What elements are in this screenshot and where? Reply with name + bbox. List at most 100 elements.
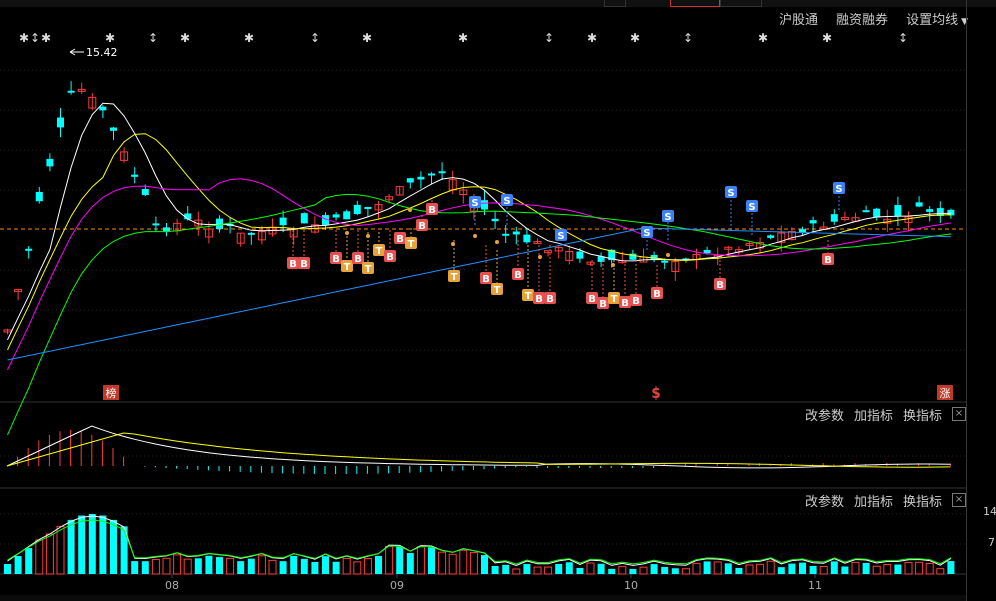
chart-canvas[interactable]: ✱ ↕ ✱ ✱ ↕ ✱ ✱ ↕ ✱ ✱ ↕ ✱ ✱ ↕ ✱ ✱ ↕ B B BTBTTBB TBBT BTBT B B B B T… [0,0,966,601]
x-axis-label: 08 [165,579,179,592]
volume-bar-up [533,566,542,575]
svg-text:涨: 涨 [940,387,951,400]
signal-tag-label: S [503,196,510,207]
signal-tag-label: B [289,259,297,270]
candle-body-down [523,234,531,243]
candle-body-down [809,220,817,224]
volume-bar-down [830,561,838,574]
volume-bar-down [502,564,510,574]
signal-tag-label: B [599,299,607,310]
volume-bar-down [396,546,404,574]
volume-bar-down [894,564,902,574]
volume-bar-up [851,561,860,575]
volume-bar-down [703,561,711,574]
candle-body-down [873,208,881,218]
volume-bar-up [257,555,266,575]
event-star-icon: ✱ [630,31,640,45]
candle-body-down [46,158,54,167]
candle-body-down [926,209,934,212]
event-star-icon: ✱ [41,31,51,45]
event-star-icon: ✱ [105,31,115,45]
event-arrow-icon: ↕ [898,31,908,45]
signal-tag-label: T [408,239,415,250]
candle-body-down [481,200,488,210]
peak-price-label: 15.42 [86,46,118,59]
ma-line [7,227,951,361]
event-arrow-icon: ↕ [30,31,40,45]
signal-dot [495,240,499,244]
signal-tag-label: B [332,254,340,265]
volume-bar-up [173,554,182,575]
volume-bar-down [99,515,107,574]
volume-bar-up [544,566,553,575]
candle-body-down [767,235,775,238]
volume-bar-down [205,555,213,574]
volume-bar-down [576,567,584,574]
signal-tag-label: B [588,294,596,305]
volume-bar-down [597,563,605,574]
event-star-icon: ✱ [458,31,468,45]
volume-bar-down [947,561,955,574]
volume-bar-down [523,564,531,574]
candle-body-down [35,191,43,202]
signal-tag-label: S [727,188,734,199]
volume-ma-line [7,519,952,565]
volume-bar-down [565,562,573,574]
volume-bar-up [872,565,881,575]
candle-body-down [57,117,64,128]
volume-bar-down [311,561,319,574]
volume-bar-down [777,567,785,574]
volume-bars [4,514,955,575]
volume-bar-down [661,566,669,574]
volume-bar-up [45,533,54,575]
signal-dot [538,255,542,259]
volume-bar-up [268,559,277,575]
volume-bar-up [766,560,775,575]
volume-bar-down [141,561,149,574]
candle-body-down [703,249,711,254]
candle-body-down [830,214,838,222]
volume-bar-up [925,563,934,575]
s-dollar-marker[interactable]: S [651,386,661,402]
candle-body-down [131,174,139,177]
event-star-icon: ✱ [244,31,254,45]
volume-bar-up [56,525,65,575]
badge-bang[interactable]: 榜 [103,385,119,400]
signal-dot [611,263,615,267]
x-axis-label: 09 [390,579,404,592]
volume-bar-down [555,563,563,574]
volume-bar-down [290,555,298,574]
volume-bar-up [936,568,945,575]
vol-scale-mid: 7 [988,536,995,549]
volume-bar-down [67,519,75,574]
signal-dot [408,208,412,212]
signal-tag-label: S [835,184,842,195]
candle-body-down [428,173,435,176]
volume-bar-up [459,549,468,575]
candle-body-down [247,232,255,235]
volume-bar-up [448,553,457,575]
event-star-icon: ✱ [180,31,190,45]
volume-bar-up [904,562,913,575]
volume-bar-up [342,557,351,575]
candle-body-down [894,205,902,217]
candle-body-down [512,231,520,235]
event-star-icon: ✱ [362,31,372,45]
signal-tag-label: T [525,291,532,302]
peak-annotation: 15.42 [69,46,118,59]
volume-bar-up [883,564,892,575]
volume-bar-up [416,546,425,575]
signal-tag-label: T [451,272,458,283]
volume-bar-down [131,561,139,574]
badge-zhang[interactable]: 涨 [937,385,953,400]
candle-body-down [332,214,340,218]
volume-bar-down [608,568,616,574]
event-star-icon: ✱ [822,31,832,45]
x-axis-label: 10 [624,579,638,592]
volume-bar-down [14,556,22,574]
volume-bar-down [88,514,96,574]
volume-bar-up [385,545,394,575]
candle-body-down [25,248,33,251]
signal-tag-label: S [557,231,564,242]
volume-bar-up [681,568,690,575]
